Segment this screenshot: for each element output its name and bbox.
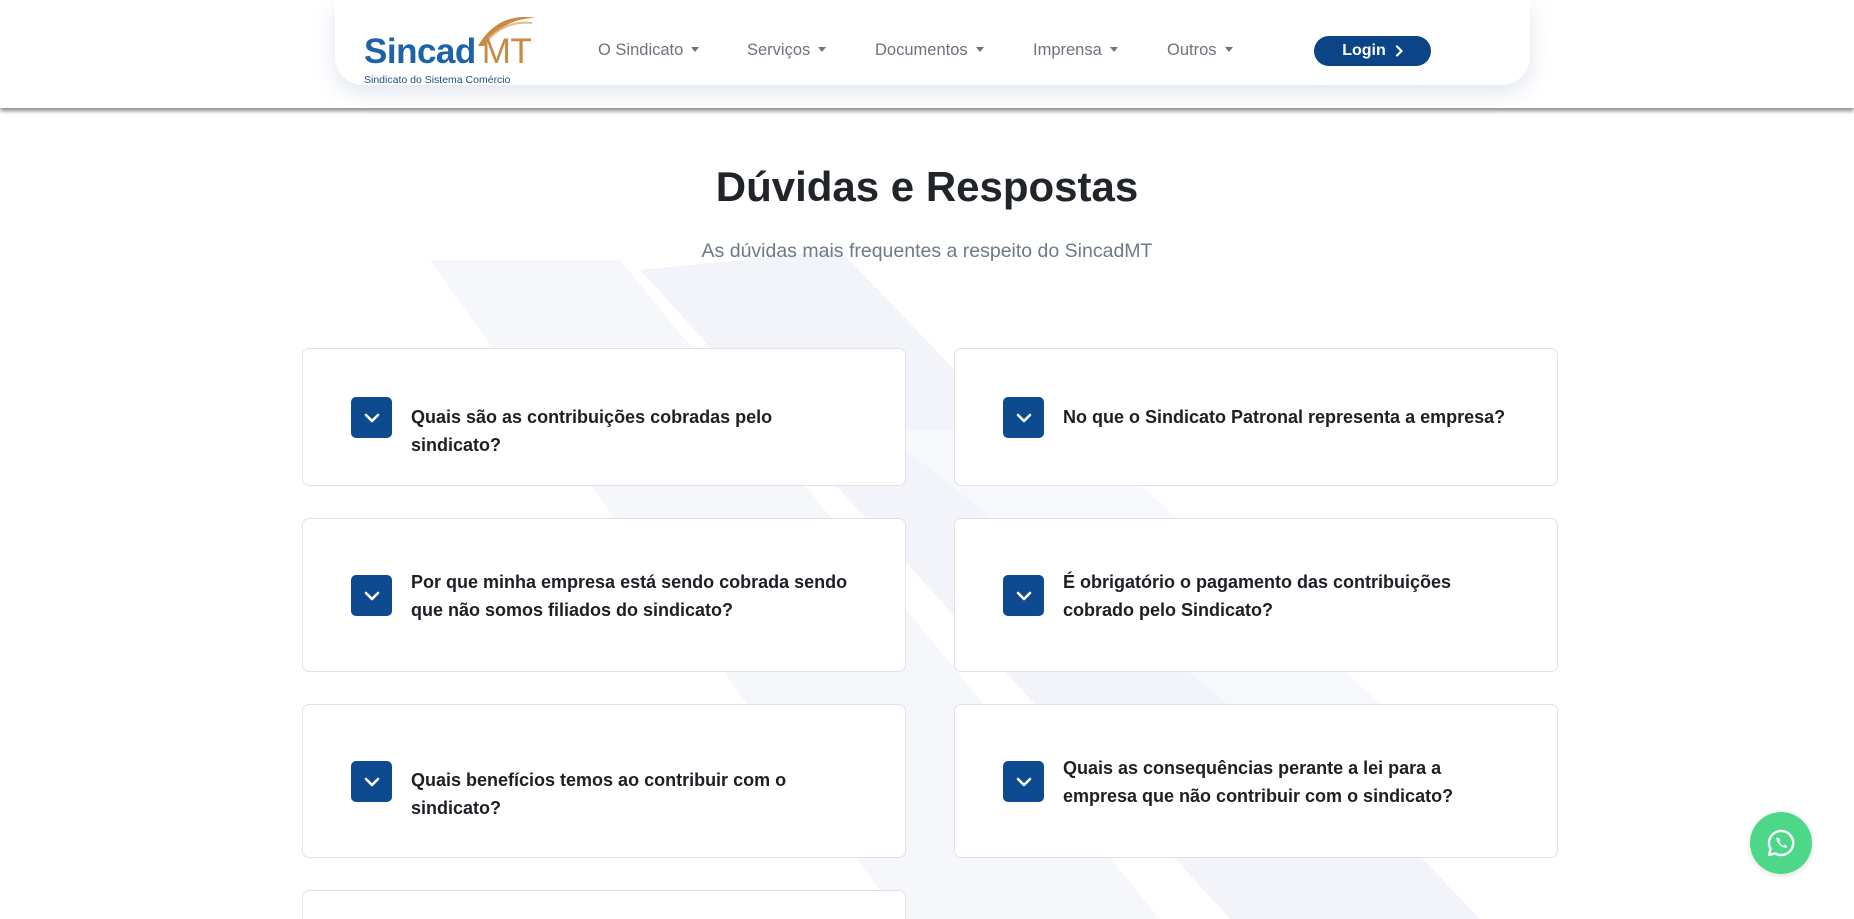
faq-question: Por que minha empresa está sendo cobrada… [411,572,848,620]
faq-question: Quais benefícios temos ao contribuir com… [411,770,787,818]
chevron-down-icon [364,591,379,600]
faq-toggle-button[interactable] [1003,575,1044,616]
chevron-down-icon [364,777,379,786]
nav-label: O Sindicato [598,41,684,59]
faq-question: Quais as consequências perante a lei par… [1063,758,1454,806]
nav-label: Documentos [875,41,968,59]
faq-item[interactable]: É obrigatório o pagamento das contribuiç… [954,518,1558,672]
page-title: Dúvidas e Respostas [715,163,1139,210]
nav-servicos[interactable]: Serviços [747,41,827,60]
faq-toggle-button[interactable] [351,575,392,616]
nav-label: Outros [1167,41,1217,59]
chevron-down-icon [364,413,379,422]
logo-wordmark: Sincad MT [364,32,532,72]
nav-label: Serviços [747,41,811,59]
page-subtitle: As dúvidas mais frequentes a respeito do… [701,240,1153,262]
caret-down-icon [975,47,984,52]
faq-item[interactable]: No que o Sindicato Patronal representa a… [954,348,1558,486]
logo[interactable]: Sincad MT Sindicato do Sistema Comércio [364,12,536,88]
login-label: Login [1342,42,1386,59]
faq-question: No que o Sindicato Patronal representa a… [1063,407,1506,427]
faq-toggle-button[interactable] [351,397,392,438]
nav-label: Imprensa [1033,41,1102,59]
chevron-down-icon [1016,413,1031,422]
faq-item[interactable]: Por que minha empresa está sendo cobrada… [302,518,906,672]
logo-tagline: Sindicato do Sistema Comércio [364,74,511,86]
caret-down-icon [1109,47,1118,52]
login-button[interactable]: Login [1314,36,1431,66]
faq-question: É obrigatório o pagamento das contribuiç… [1063,572,1452,620]
nav-outros[interactable]: Outros [1167,41,1233,60]
faq-item[interactable]: Quais benefícios temos ao contribuir com… [302,704,906,858]
faq-toggle-button[interactable] [351,761,392,802]
faq-question: Quais são as contribuições cobradas pelo… [411,407,773,455]
whatsapp-button[interactable] [1750,812,1812,874]
faq-toggle-button[interactable] [1003,761,1044,802]
faq-item[interactable]: Quais as consequências perante a lei par… [954,704,1558,858]
background-decoration [430,250,1480,919]
faq-toggle-button[interactable] [1003,397,1044,438]
faq-item[interactable]: Quais são as contribuições cobradas pelo… [302,348,906,486]
faq-item-partial[interactable] [302,890,906,919]
site-header: Sincad MT Sindicato do Sistema Comércio O… [0,0,1854,108]
chevron-down-icon [1016,777,1031,786]
logo-name-primary: Sincad [364,32,476,71]
logo-name-secondary: MT [481,32,532,71]
whatsapp-icon [1767,829,1795,857]
caret-down-icon [1224,47,1233,52]
caret-down-icon [691,47,700,52]
caret-down-icon [818,47,827,52]
nav-imprensa[interactable]: Imprensa [1033,41,1118,60]
chevron-right-icon [1395,45,1403,57]
nav-o-sindicato[interactable]: O Sindicato [598,41,700,60]
chevron-down-icon [1016,591,1031,600]
nav-documentos[interactable]: Documentos [875,41,984,60]
